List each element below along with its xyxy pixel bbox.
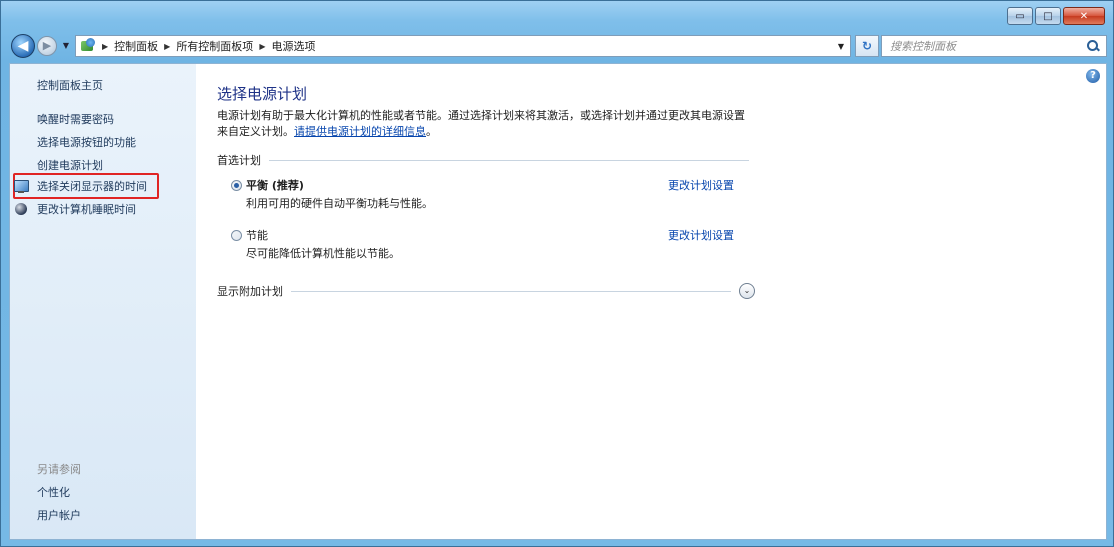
address-dropdown-icon[interactable]: ▼ bbox=[838, 42, 844, 51]
additional-plans-label: 显示附加计划 bbox=[217, 285, 283, 298]
sidebar-task-display-off[interactable]: 选择关闭显示器的时间 bbox=[13, 175, 159, 197]
preferred-plans-header: 首选计划 bbox=[217, 153, 749, 167]
see-also-personalization[interactable]: 个性化 bbox=[37, 484, 70, 500]
plan-balanced: 平衡 (推荐) 利用可用的硬件自动平衡功耗与性能。 更改计划设置 bbox=[231, 177, 751, 211]
sidebar-task-sleep[interactable]: 更改计算机睡眠时间 bbox=[13, 198, 159, 220]
preferred-plans-label: 首选计划 bbox=[217, 154, 261, 167]
see-also-heading: 另请参阅 bbox=[37, 463, 81, 476]
forward-button[interactable]: ▶ bbox=[37, 36, 57, 56]
page-description: 电源计划有助于最大化计算机的性能或者节能。通过选择计划来将其激活，或选择计划并通… bbox=[217, 108, 757, 140]
plan-details-link[interactable]: 请提供电源计划的详细信息 bbox=[294, 125, 426, 138]
breadcrumb-power-options[interactable]: 电源选项 bbox=[271, 38, 315, 54]
monitor-icon bbox=[13, 178, 29, 194]
window-frame: ▭ □ ✕ ◀ ▶ ▼ ▶ 控制面板 ▶ 所有控制面板项 ▶ 电源选项 ▼ ↻ … bbox=[0, 0, 1114, 547]
caption-buttons: ▭ □ ✕ bbox=[1007, 7, 1105, 27]
recent-pages-button[interactable]: ▼ bbox=[61, 41, 71, 51]
back-button[interactable]: ◀ bbox=[11, 34, 35, 58]
navigation-bar: ◀ ▶ ▼ ▶ 控制面板 ▶ 所有控制面板项 ▶ 电源选项 ▼ ↻ bbox=[9, 33, 1107, 59]
divider bbox=[269, 159, 749, 161]
sidebar-task-power-buttons[interactable]: 选择电源按钮的功能 bbox=[37, 134, 136, 150]
divider bbox=[291, 290, 731, 292]
description-line-1: 电源计划有助于最大化计算机的性能或者节能。通过选择计划来将其激活，或选择计划并通… bbox=[217, 109, 745, 122]
minimize-button[interactable]: ▭ bbox=[1007, 7, 1033, 25]
sidebar-task-label: 更改计算机睡眠时间 bbox=[37, 203, 136, 216]
sidebar-task-label: 选择关闭显示器的时间 bbox=[37, 180, 147, 193]
plan-name[interactable]: 平衡 (推荐) bbox=[246, 177, 304, 193]
search-input[interactable] bbox=[890, 39, 1080, 53]
search-icon[interactable] bbox=[1086, 39, 1100, 53]
sidebar-task-create-plan[interactable]: 创建电源计划 bbox=[37, 157, 103, 173]
plan-power-saver-radio[interactable] bbox=[231, 230, 242, 241]
refresh-button[interactable]: ↻ bbox=[855, 35, 879, 57]
close-button[interactable]: ✕ bbox=[1063, 7, 1105, 25]
page-title: 选择电源计划 bbox=[217, 85, 308, 103]
breadcrumb-all-items[interactable]: 所有控制面板项 bbox=[176, 38, 253, 54]
moon-icon bbox=[13, 201, 29, 217]
plan-description: 尽可能降低计算机性能以节能。 bbox=[246, 247, 400, 260]
plan-description: 利用可用的硬件自动平衡功耗与性能。 bbox=[246, 197, 433, 210]
search-box[interactable] bbox=[881, 35, 1107, 57]
control-panel-icon bbox=[80, 38, 96, 54]
sidebar-task-wake-password[interactable]: 唤醒时需要密码 bbox=[37, 111, 114, 127]
see-also-user-accounts[interactable]: 用户帐户 bbox=[37, 507, 81, 523]
address-bar[interactable]: ▶ 控制面板 ▶ 所有控制面板项 ▶ 电源选项 ▼ bbox=[75, 35, 851, 57]
main-panel: ? 选择电源计划 电源计划有助于最大化计算机的性能或者节能。通过选择计划来将其激… bbox=[196, 64, 1106, 539]
description-line-2: 来自定义计划。 bbox=[217, 125, 294, 138]
sidebar-home-link[interactable]: 控制面板主页 bbox=[37, 77, 103, 93]
additional-plans-header: 显示附加计划 ⌄ bbox=[217, 282, 755, 300]
description-suffix: 。 bbox=[426, 125, 437, 138]
breadcrumb-separator[interactable]: ▶ bbox=[164, 42, 170, 51]
plan-power-saver: 节能 尽可能降低计算机性能以节能。 更改计划设置 bbox=[231, 227, 751, 261]
change-plan-settings-link[interactable]: 更改计划设置 bbox=[668, 227, 734, 243]
breadcrumb-separator[interactable]: ▶ bbox=[102, 42, 108, 51]
help-icon[interactable]: ? bbox=[1086, 69, 1100, 83]
breadcrumb-separator[interactable]: ▶ bbox=[259, 42, 265, 51]
change-plan-settings-link[interactable]: 更改计划设置 bbox=[668, 177, 734, 193]
chevron-down-icon[interactable]: ⌄ bbox=[739, 283, 755, 299]
breadcrumb-control-panel[interactable]: 控制面板 bbox=[114, 38, 158, 54]
plan-name[interactable]: 节能 bbox=[246, 227, 268, 243]
maximize-button[interactable]: □ bbox=[1035, 7, 1061, 25]
content-area: 控制面板主页 唤醒时需要密码 选择电源按钮的功能 创建电源计划 选择关闭显示器的… bbox=[9, 63, 1107, 540]
sidebar: 控制面板主页 唤醒时需要密码 选择电源按钮的功能 创建电源计划 选择关闭显示器的… bbox=[10, 64, 196, 539]
plan-balanced-radio[interactable] bbox=[231, 180, 242, 191]
